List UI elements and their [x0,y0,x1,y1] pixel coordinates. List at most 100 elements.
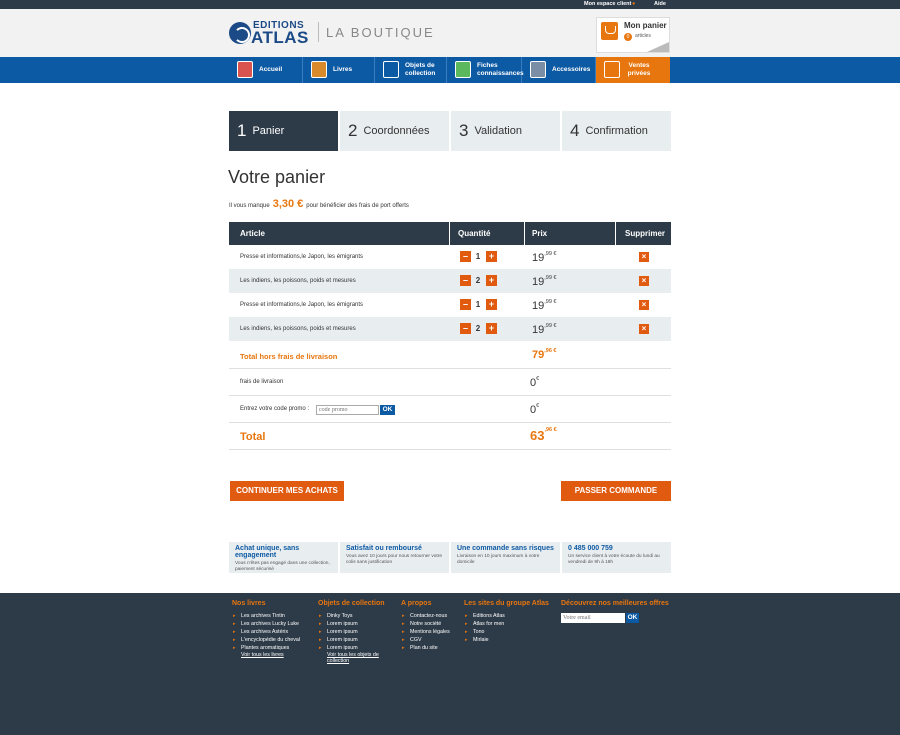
price-dec: ,99 € [544,251,557,257]
promo-ok-button[interactable]: OK [380,405,395,415]
main-nav: Accueil Livres Objets de collection Fich… [0,57,900,83]
step-validation[interactable]: 3 Validation [451,111,560,151]
atlas-logo[interactable]: EDITIONS ATLAS [229,20,319,47]
increase-quantity-button[interactable]: + [486,299,497,310]
checkout-steps: 1 Panier 2 Coordonnées 3 Validation 4 Co… [229,111,671,151]
boutique-title: LA BOUTIQUE [326,25,435,40]
footer-link[interactable]: Contactez-nous [401,612,461,620]
total-dec: ,96 € [544,427,557,433]
price-int: 19 [532,300,545,312]
footer-more-link[interactable]: Voir tous les livres [232,652,312,658]
nav-item-ventes-privees[interactable]: Ventes privées [596,57,670,83]
footer-heading: Découvrez nos meilleures offres [561,600,669,607]
shopping-bag-icon [601,22,618,40]
footer-link[interactable]: Lorem ipsum [318,620,396,628]
subtotal-int: 79 [532,349,545,361]
footer-sites: Les sites du groupe Atlas Editions Atlas… [464,600,559,644]
shipping-value: 0€ [530,376,539,389]
footer-link[interactable]: L'encyclopédie du cheval [232,636,312,644]
nav-item-objets[interactable]: Objets de collection [375,57,447,83]
notice-text-before: Il vous manque [229,203,270,209]
reassurance-item: 0 485 000 759 Un service client à votre … [562,542,671,573]
subtotal-row: Total hors frais de livraison 79,96 € [229,342,671,369]
step-confirmation[interactable]: 4 Confirmation [562,111,671,151]
footer-link[interactable]: Editions Atlas [464,612,559,620]
footer-link[interactable]: CGV [401,636,461,644]
footer-link[interactable]: Mirlaie [464,636,559,644]
footer-apropos: A propos Contactez-nous Notre société Me… [401,600,461,652]
newsletter-email-input[interactable] [561,613,625,623]
delete-item-button[interactable]: × [639,300,649,310]
price-dec: ,99 € [544,275,557,281]
footer-link[interactable]: Atlas for men [464,620,559,628]
mini-cart-count: 0 [624,33,632,41]
header-price: Prix [532,229,548,238]
nav-item-livres[interactable]: Livres [303,57,375,83]
footer-link[interactable]: Plantes aromatiques [232,644,312,652]
nav-item-fiches[interactable]: Fiches connaissances [447,57,524,83]
nav-item-accessoires[interactable]: Accessoires [522,57,596,83]
step-label: Validation [474,125,522,137]
promo-code-input[interactable] [316,405,379,415]
price-int: 19 [532,276,545,288]
footer-link[interactable]: Lorem ipsum [318,628,396,636]
home-icon [237,61,253,78]
promo-value: 0€ [530,403,540,416]
footer-link[interactable]: Plan du site [401,644,461,652]
decrease-quantity-button[interactable]: – [460,275,471,286]
header-article: Article [240,229,265,238]
footer-link[interactable]: Les archives Tintin [232,612,312,620]
delete-item-button[interactable]: × [639,276,649,286]
footer-link[interactable]: Lorem ipsum [318,644,396,652]
reassurance-phone[interactable]: 0 485 000 759 [568,545,665,552]
continue-shopping-button[interactable]: CONTINUER MES ACHATS [230,481,344,501]
footer-link[interactable]: Lorem ipsum [318,636,396,644]
table-header: Article Quantité Prix Supprimer [229,222,671,245]
delete-item-button[interactable]: × [639,324,649,334]
free-shipping-notice: Il vous manque 3,30 € pour bénéficier de… [229,198,409,210]
reassurance-desc: Un service client à votre écoute du lund… [568,554,660,565]
price-dec: ,99 € [544,299,557,305]
reassurance-title: Une commande sans risques [457,545,554,552]
nav-label: Objets de collection [405,62,436,77]
subtotal-value: 79,96 € [532,348,556,361]
footer-link[interactable]: Notre société [401,620,461,628]
quantity-value: 2 [475,324,481,333]
account-link[interactable]: Mon espace client [584,0,631,9]
increase-quantity-button[interactable]: + [486,275,497,286]
header-divider [449,222,450,245]
increase-quantity-button[interactable]: + [486,323,497,334]
nav-item-accueil[interactable]: Accueil [229,57,303,83]
accessory-icon [530,61,546,78]
footer-heading: Les sites du groupe Atlas [464,600,549,607]
item-price: 19,99 € [532,275,557,288]
footer-link[interactable]: Les archives Astérix [232,628,312,636]
promo-dec: € [536,403,540,409]
quantity-value: 1 [475,300,481,309]
help-link[interactable]: Aide [654,0,666,9]
increase-quantity-button[interactable]: + [486,251,497,262]
footer-link[interactable]: Mentions légales [401,628,461,636]
price-int: 19 [532,252,545,264]
step-label: Confirmation [585,125,648,137]
delete-item-button[interactable]: × [639,252,649,262]
reassurance-item: Une commande sans risques Livraison en 1… [451,542,560,573]
globe-logo-icon [229,22,251,44]
decrease-quantity-button[interactable]: – [460,299,471,310]
total-row: Total 63,96 € [229,423,671,450]
checkout-button[interactable]: PASSER COMMANDE [561,481,671,501]
step-panier[interactable]: 1 Panier [229,111,338,151]
footer-more-link[interactable]: Voir tous les objets de collection [318,652,396,664]
step-coordonnees[interactable]: 2 Coordonnées [340,111,449,151]
footer-link[interactable]: Dinky Toys [318,612,396,620]
decrease-quantity-button[interactable]: – [460,323,471,334]
article-name: Les indiens, les poissons, poids et mesu… [240,278,356,284]
header-divider [524,222,525,245]
nav-label: Fiches connaissances [477,62,524,77]
decrease-quantity-button[interactable]: – [460,251,471,262]
footer-link[interactable]: Les archives Lucky Luke [232,620,312,628]
mini-cart[interactable]: Mon panier 0 articles [596,17,670,53]
price-int: 19 [532,324,545,336]
newsletter-ok-button[interactable]: OK [626,613,639,623]
footer-link[interactable]: Tono [464,628,559,636]
